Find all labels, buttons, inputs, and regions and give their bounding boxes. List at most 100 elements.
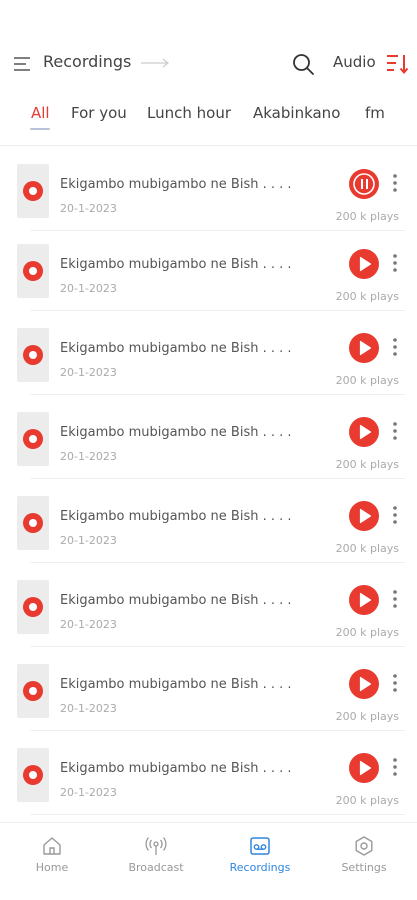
more-options-icon[interactable] [388,251,402,275]
divider [30,394,405,395]
arrow-right-icon [141,58,169,68]
recording-date: 20-1-2023 [60,366,117,379]
record-icon [23,429,43,449]
tab-fm[interactable]: fm [365,104,385,122]
recording-item[interactable]: Ekigambo mubigambo ne Bish . . . . 20-1-2… [0,482,417,566]
play-button[interactable] [349,585,379,615]
nav-label: Recordings [229,861,291,874]
recording-title: Ekigambo mubigambo ne Bish . . . . [60,677,292,692]
category-tabs: All For you Lunch hour Akabinkano fm [0,104,417,140]
pause-button[interactable] [349,169,379,199]
more-options-icon[interactable] [388,503,402,527]
play-button[interactable] [349,753,379,783]
record-icon [23,765,43,785]
recording-thumbnail [17,496,49,550]
broadcast-icon [145,837,167,855]
play-button[interactable] [349,501,379,531]
recordings-icon [250,837,270,855]
top-bar: Recordings Audio [0,44,417,84]
recording-item[interactable]: Ekigambo mubigambo ne Bish . . . . 20-1-2… [0,150,417,234]
divider [30,646,405,647]
recording-item[interactable]: Ekigambo mubigambo ne Bish . . . . 20-1-2… [0,734,417,818]
tab-akabinkano[interactable]: Akabinkano [253,104,340,122]
recording-date: 20-1-2023 [60,534,117,547]
play-button[interactable] [349,417,379,447]
recording-title: Ekigambo mubigambo ne Bish . . . . [60,593,292,608]
play-count: 200 k plays [335,710,399,723]
nav-broadcast[interactable]: Broadcast [104,823,208,900]
play-icon [359,256,372,272]
recording-thumbnail [17,580,49,634]
search-icon[interactable] [291,52,315,76]
recording-item[interactable]: Ekigambo mubigambo ne Bish . . . . 20-1-2… [0,566,417,650]
active-tab-indicator [30,128,50,130]
recording-thumbnail [17,164,49,218]
recording-thumbnail [17,328,49,382]
nav-home[interactable]: Home [0,823,104,900]
record-icon [23,681,43,701]
recording-thumbnail [17,748,49,802]
nav-settings[interactable]: Settings [312,823,416,900]
recording-title: Ekigambo mubigambo ne Bish . . . . [60,341,292,356]
more-options-icon[interactable] [388,587,402,611]
tab-lunch-hour[interactable]: Lunch hour [147,104,231,122]
menu-icon[interactable] [12,54,32,74]
play-button[interactable] [349,669,379,699]
recording-title: Ekigambo mubigambo ne Bish . . . . [60,425,292,440]
settings-icon [355,836,373,856]
tab-for-you[interactable]: For you [71,104,127,122]
recording-item[interactable]: Ekigambo mubigambo ne Bish . . . . 20-1-2… [0,314,417,398]
recording-title: Ekigambo mubigambo ne Bish . . . . [60,177,292,192]
play-icon [359,676,372,692]
more-options-icon[interactable] [388,335,402,359]
recording-title: Ekigambo mubigambo ne Bish . . . . [60,257,292,272]
pause-icon [353,173,375,195]
nav-label: Home [35,861,69,874]
bottom-navigation: Home Broadcast Recordings Settings [0,822,417,900]
tab-all[interactable]: All [31,104,50,122]
sort-icon[interactable] [385,52,409,76]
record-icon [23,261,43,281]
divider [30,478,405,479]
recording-item[interactable]: Ekigambo mubigambo ne Bish . . . . 20-1-2… [0,230,417,314]
record-icon [23,345,43,365]
play-button[interactable] [349,249,379,279]
nav-label: Broadcast [128,861,184,874]
play-count: 200 k plays [335,374,399,387]
audio-filter-button[interactable]: Audio [333,53,376,71]
page-title: Recordings [43,52,132,71]
recording-date: 20-1-2023 [60,702,117,715]
recording-thumbnail [17,244,49,298]
recording-title: Ekigambo mubigambo ne Bish . . . . [60,761,292,776]
divider [0,145,417,146]
divider [30,730,405,731]
play-count: 200 k plays [335,458,399,471]
recording-item[interactable]: Ekigambo mubigambo ne Bish . . . . 20-1-2… [0,398,417,482]
recording-title: Ekigambo mubigambo ne Bish . . . . [60,509,292,524]
more-options-icon[interactable] [388,419,402,443]
recording-item[interactable]: Ekigambo mubigambo ne Bish . . . . 20-1-2… [0,650,417,734]
play-icon [359,340,372,356]
play-icon [359,508,372,524]
divider [30,562,405,563]
play-count: 200 k plays [335,290,399,303]
more-options-icon[interactable] [388,755,402,779]
play-count: 200 k plays [335,542,399,555]
nav-recordings[interactable]: Recordings [208,823,312,900]
more-options-icon[interactable] [388,171,402,195]
play-count: 200 k plays [335,210,399,223]
record-icon [23,181,43,201]
divider [30,814,405,815]
play-icon [359,592,372,608]
recording-thumbnail [17,664,49,718]
play-count: 200 k plays [335,626,399,639]
record-icon [23,513,43,533]
recording-date: 20-1-2023 [60,618,117,631]
play-icon [359,760,372,776]
recording-date: 20-1-2023 [60,202,117,215]
more-options-icon[interactable] [388,671,402,695]
recording-date: 20-1-2023 [60,786,117,799]
divider [30,310,405,311]
play-button[interactable] [349,333,379,363]
play-icon [359,424,372,440]
